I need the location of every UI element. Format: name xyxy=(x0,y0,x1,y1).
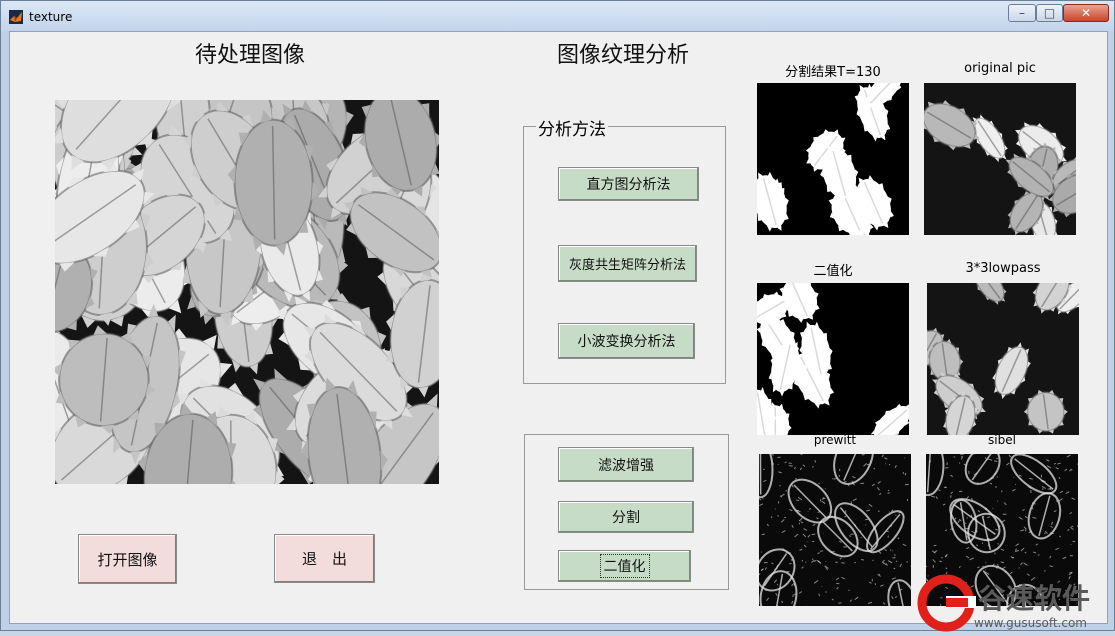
filter-enhance-button[interactable]: 滤波增强 xyxy=(558,447,694,482)
thumb-title-original: original pic xyxy=(924,61,1076,76)
analysis-method-legend: 分析方法 xyxy=(536,115,608,140)
analysis-heading: 图像纹理分析 xyxy=(557,37,689,69)
thumb-segment-result xyxy=(757,83,909,235)
thumb-binary xyxy=(757,283,909,435)
thumb-title-segment: 分割结果T=130 xyxy=(757,61,909,80)
source-image xyxy=(55,100,439,484)
source-image-heading: 待处理图像 xyxy=(195,37,305,69)
thumb-title-sibel: sibel xyxy=(926,433,1078,447)
open-image-button[interactable]: 打开图像 xyxy=(78,534,177,584)
watermark-url: www.gususoft.com xyxy=(974,616,1087,630)
maximize-button[interactable]: □ xyxy=(1036,4,1063,22)
source-texture-image xyxy=(55,100,439,484)
histogram-analysis-button[interactable]: 直方图分析法 xyxy=(558,167,699,201)
maximize-icon: □ xyxy=(1037,5,1062,21)
minimize-button[interactable]: – xyxy=(1008,4,1036,22)
thumb-title-prewitt: prewitt xyxy=(759,433,911,447)
window-title: texture xyxy=(29,10,72,24)
exit-button[interactable]: 退 出 xyxy=(274,534,375,583)
title-bar[interactable]: texture – □ ✕ xyxy=(1,1,1114,31)
gususoft-logo: 谷速软件 www.gususoft.com xyxy=(916,574,1115,632)
thumb-lowpass xyxy=(927,283,1079,435)
minimize-icon: – xyxy=(1009,5,1035,21)
thumb-title-binary: 二值化 xyxy=(757,260,909,279)
binarize-button[interactable]: 二值化 xyxy=(558,550,691,582)
segment-button[interactable]: 分割 xyxy=(558,501,694,533)
watermark: 谷速软件 www.gususoft.com xyxy=(916,574,1115,632)
close-button[interactable]: ✕ xyxy=(1063,4,1109,22)
glcm-analysis-button[interactable]: 灰度共生矩阵分析法 xyxy=(558,245,697,282)
app-window: texture – □ ✕ 待处理图像 图像纹理分析 分析方法 直方图分析法 灰… xyxy=(0,0,1115,631)
close-icon: ✕ xyxy=(1064,5,1108,21)
thumb-original xyxy=(924,83,1076,235)
watermark-brand: 谷速软件 xyxy=(978,582,1090,615)
matlab-icon xyxy=(9,10,23,24)
thumb-prewitt xyxy=(759,454,911,606)
wavelet-analysis-button[interactable]: 小波变换分析法 xyxy=(558,323,695,359)
thumb-title-lowpass: 3*3lowpass xyxy=(927,261,1079,276)
